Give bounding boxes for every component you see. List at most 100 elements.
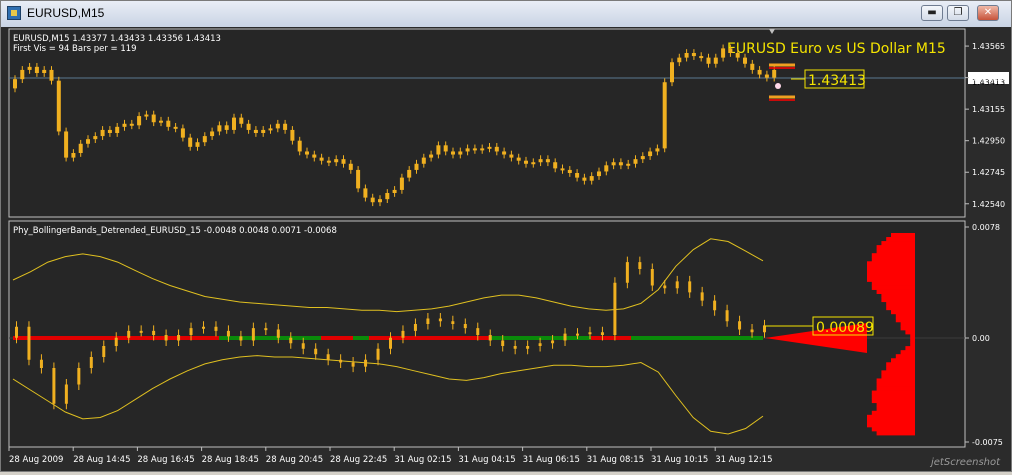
histogram-bar	[895, 354, 915, 359]
histogram-bar	[876, 382, 915, 387]
time-tick-label: 28 Aug 20:45	[266, 455, 323, 465]
histogram-bar	[900, 321, 915, 327]
time-tick-label: 28 Aug 22:45	[330, 455, 387, 465]
price-tick-label: 1.43565	[972, 42, 1005, 51]
histogram-bar	[881, 370, 915, 375]
histogram-bar	[881, 293, 915, 299]
histogram-bar	[886, 362, 915, 367]
chart-canvas[interactable]: EURUSD,M15 1.43377 1.43433 1.43356 1.434…	[1, 27, 1011, 471]
histogram-bar	[900, 350, 915, 355]
time-axis[interactable]: 28 Aug 2009 28 Aug 14:45 28 Aug 16:45 28 Au…	[8, 447, 773, 465]
histogram-bar	[871, 285, 915, 290]
watermark: jetScreenshot	[929, 457, 1001, 468]
window-title: EURUSD,M15	[27, 6, 105, 20]
restore-button[interactable]: ❐	[947, 5, 969, 21]
histogram-bar	[871, 390, 915, 395]
detrended-candle	[613, 277, 617, 341]
histogram-bar	[910, 342, 915, 347]
indicator-axis[interactable]: 0.0078 0.00 -0.0075	[965, 223, 1003, 447]
histogram-bar	[876, 245, 915, 250]
histogram-bar	[876, 378, 915, 383]
histogram-bar	[910, 338, 915, 343]
time-tick-label: 31 Aug 08:15	[587, 455, 644, 465]
histogram-bar	[891, 358, 915, 363]
price-tick-label: 1.43155	[972, 105, 1005, 114]
price-tick-label: 1.43360	[972, 74, 1005, 83]
indicator-tick-label: -0.0075	[972, 438, 1003, 447]
main-panel-frame	[8, 28, 966, 218]
histogram-bar	[871, 253, 915, 258]
indicator-title: Phy_BollingerBands_Detrended_EURUSD_15 -…	[13, 226, 337, 236]
histogram-bar	[895, 317, 915, 323]
price-axis[interactable]: 1.435651.434131.433601.431551.429501.427…	[965, 42, 1009, 209]
histogram-bar	[886, 301, 915, 307]
histogram-bar	[867, 261, 915, 266]
histogram-bar	[891, 309, 915, 315]
histogram-bar	[871, 398, 915, 404]
histogram-bar	[876, 406, 915, 412]
histogram-bar	[881, 241, 915, 246]
histogram-bar	[871, 257, 915, 262]
current-price-dot	[775, 83, 781, 89]
time-tick-label: 28 Aug 16:45	[137, 455, 194, 465]
histogram-bar	[900, 325, 915, 331]
time-tick-label: 31 Aug 02:15	[394, 455, 451, 465]
histogram-bar	[886, 305, 915, 311]
histogram-bar	[910, 334, 915, 339]
histogram-bar	[876, 249, 915, 254]
histogram-bar	[876, 430, 915, 436]
symbol-title: EURUSD Euro vs US Dollar M15	[727, 41, 946, 57]
histogram-bar	[867, 422, 915, 428]
price-tick-label: 1.42950	[972, 137, 1005, 146]
histogram-bar	[886, 237, 915, 242]
histogram-bar	[876, 386, 915, 391]
histogram-bar	[905, 329, 915, 335]
window-titlebar[interactable]: EURUSD,M15 ▬ ❐ ✕	[1, 1, 1011, 28]
time-tick-label: 28 Aug 14:45	[73, 455, 130, 465]
histogram-bar	[867, 414, 915, 420]
histogram-bar	[876, 402, 915, 408]
candle	[56, 76, 61, 136]
histogram-bar	[867, 273, 915, 278]
main-info-line: EURUSD,M15 1.43377 1.43433 1.43356 1.434…	[13, 34, 221, 44]
histogram-bar	[881, 374, 915, 379]
histogram-bar	[871, 281, 915, 286]
histogram-bar	[881, 297, 915, 303]
price-tick-label: 1.42540	[972, 200, 1005, 209]
price-tick-label: 1.42745	[972, 168, 1005, 177]
time-tick-label: 31 Aug 06:15	[523, 455, 580, 465]
time-tick-label: 28 Aug 2009	[9, 455, 63, 465]
candle	[662, 78, 667, 153]
histogram-bar	[867, 265, 915, 270]
candle	[356, 166, 361, 193]
histogram-bar	[871, 410, 915, 416]
time-tick-label: 31 Aug 04:15	[458, 455, 515, 465]
time-tick-label: 28 Aug 18:45	[202, 455, 259, 465]
histogram-bar	[905, 346, 915, 351]
indicator-tick-label: 0.0078	[972, 223, 1000, 232]
histogram-bar	[895, 313, 915, 319]
chart-area[interactable]: EURUSD,M15 1.43377 1.43433 1.43356 1.434…	[1, 27, 1011, 471]
main-info-line-2: First Vis = 94 Bars per = 119	[13, 44, 137, 54]
histogram-bar	[871, 394, 915, 400]
histogram-bar	[867, 277, 915, 282]
close-button[interactable]: ✕	[977, 5, 999, 21]
time-tick-label: 31 Aug 12:15	[715, 455, 772, 465]
histogram-bar	[871, 426, 915, 432]
histogram-bar	[867, 418, 915, 424]
histogram-bar	[867, 269, 915, 274]
indicator-value-label: 0.00089	[816, 320, 874, 336]
current-price-label: 1.43413	[808, 73, 866, 89]
minimize-button[interactable]: ▬	[921, 5, 943, 21]
chart-window: EURUSD,M15 ▬ ❐ ✕ EURUSD,M15 1.43377 1.43…	[0, 0, 1012, 472]
detrended-candle	[27, 321, 31, 366]
time-tick-label: 31 Aug 10:15	[651, 455, 708, 465]
detrended-candle	[52, 362, 56, 410]
histogram-bar	[876, 289, 915, 294]
indicator-tick-label: 0.00	[972, 334, 990, 343]
candle	[670, 58, 674, 87]
candle	[64, 127, 69, 162]
chart-app-icon	[7, 6, 21, 20]
histogram-bar	[886, 366, 915, 371]
histogram-bar	[891, 233, 915, 238]
